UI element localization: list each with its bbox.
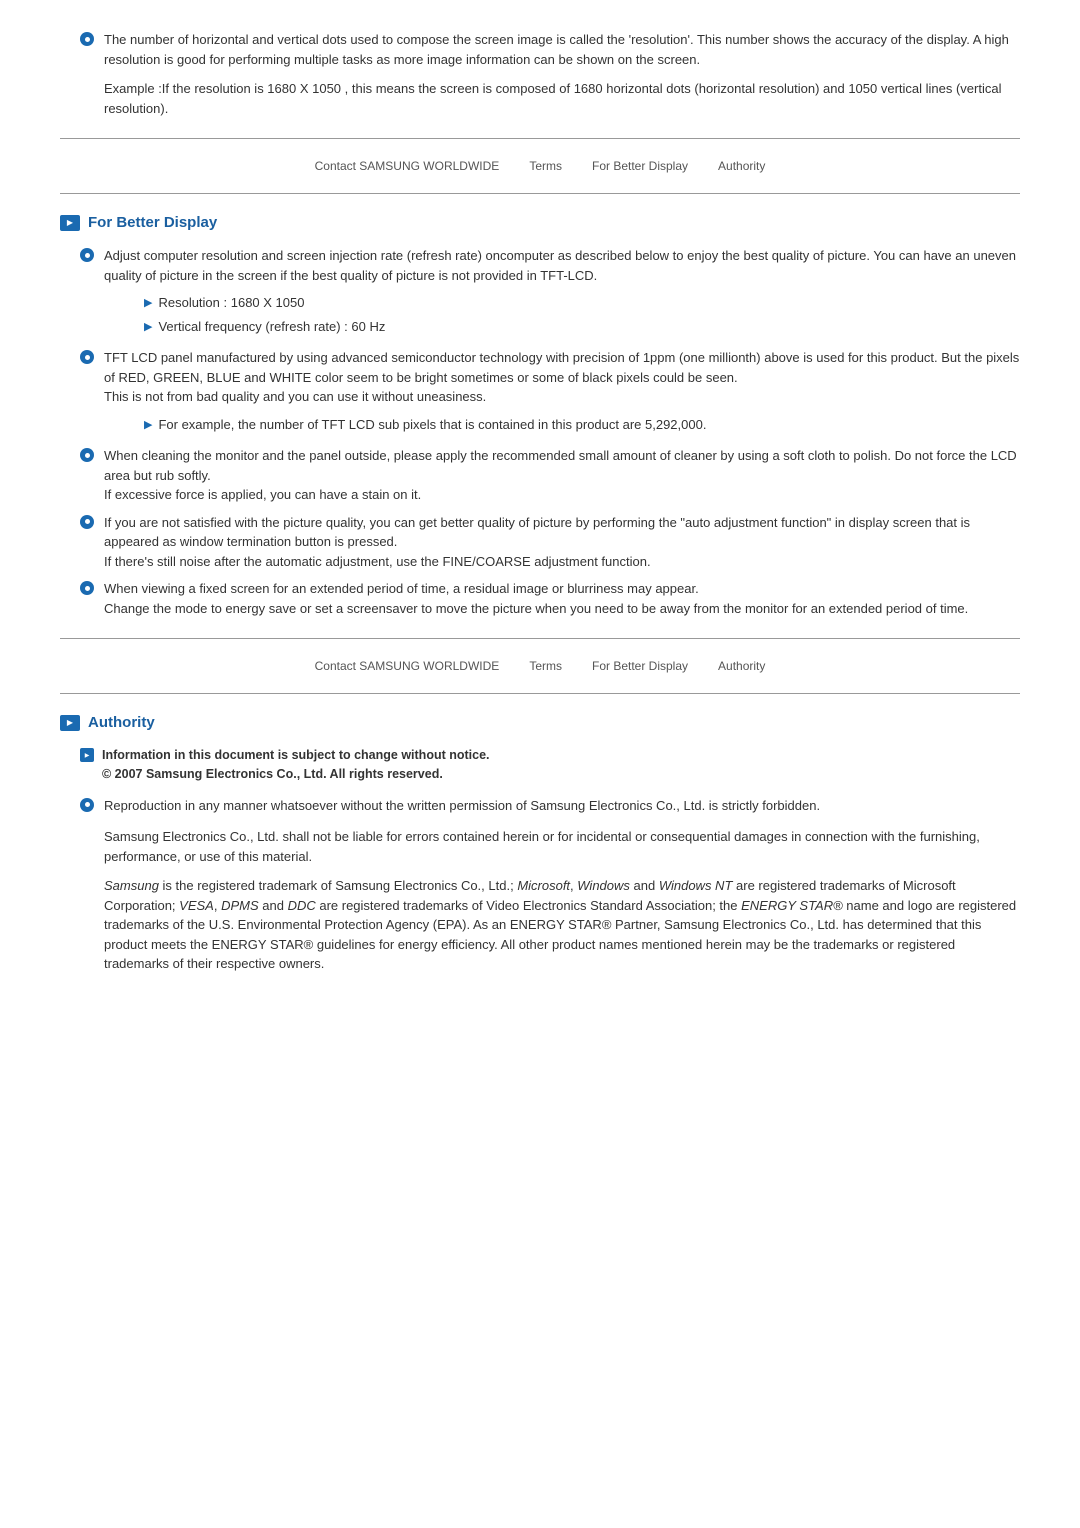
fbd-sub-text-1b: Vertical frequency (refresh rate) : 60 H… <box>158 317 1020 337</box>
authority-para-1-block: Samsung Electronics Co., Ltd. shall not … <box>104 827 1020 866</box>
arrow-icon-1a: ▶ <box>144 295 152 312</box>
for-better-display-section: For Better Display Adjust computer resol… <box>60 214 1020 618</box>
nav-contact-2[interactable]: Contact SAMSUNG WORLDWIDE <box>315 659 500 673</box>
arrow-icon-2a: ▶ <box>144 417 152 434</box>
fbd-sub-1a: ▶ Resolution : 1680 X 1050 <box>144 293 1020 313</box>
fbd-sub-text-1a: Resolution : 1680 X 1050 <box>158 293 1020 313</box>
authority-section: Authority Information in this document i… <box>60 714 1020 974</box>
authority-para-2-samsung: Samsung <box>104 878 159 893</box>
fbd-bullet-4: If you are not satisfied with the pictur… <box>80 513 1020 572</box>
fbd-sub-2a: ▶ For example, the number of TFT LCD sub… <box>144 415 1020 435</box>
section-icon-for-better-display <box>60 215 80 231</box>
fbd-sub-1b: ▶ Vertical frequency (refresh rate) : 60… <box>144 317 1020 337</box>
authority-para-2: Samsung is the registered trademark of S… <box>104 876 1020 974</box>
fbd-text-1: Adjust computer resolution and screen in… <box>104 246 1020 340</box>
for-better-display-title: For Better Display <box>88 214 217 231</box>
authority-para-2-dpms: DPMS <box>221 898 259 913</box>
nav-contact[interactable]: Contact SAMSUNG WORLDWIDE <box>315 159 500 173</box>
authority-text-1: Reproduction in any manner whatsoever wi… <box>104 796 1020 816</box>
authority-para-2-ddc: DDC <box>288 898 316 913</box>
authority-notice-icon <box>80 748 94 762</box>
nav-divider-2 <box>60 638 1020 639</box>
nav-for-better-display-2[interactable]: For Better Display <box>592 659 688 673</box>
authority-para-2-windows: Windows <box>577 878 630 893</box>
fbd-text-5: When viewing a fixed screen for an exten… <box>104 579 1020 618</box>
example-text: Example :If the resolution is 1680 X 105… <box>104 79 1020 118</box>
for-better-display-header: For Better Display <box>60 214 1020 231</box>
section-icon-authority <box>60 715 80 731</box>
authority-title: Authority <box>88 714 155 731</box>
fbd-bullet-dot-1 <box>80 248 94 262</box>
arrow-icon-1b: ▶ <box>144 319 152 336</box>
nav-divider-1b <box>60 193 1020 194</box>
nav-authority-2[interactable]: Authority <box>718 659 765 673</box>
nav-bar-2: Contact SAMSUNG WORLDWIDE Terms For Bett… <box>60 659 1020 673</box>
authority-notice-text: Information in this document is subject … <box>102 746 490 784</box>
intro-text-1: The number of horizontal and vertical do… <box>104 30 1020 69</box>
fbd-bullet-5: When viewing a fixed screen for an exten… <box>80 579 1020 618</box>
intro-section: The number of horizontal and vertical do… <box>60 30 1020 118</box>
nav-bar-1: Contact SAMSUNG WORLDWIDE Terms For Bett… <box>60 159 1020 173</box>
bullet-dot-icon <box>80 32 94 46</box>
nav-divider-2b <box>60 693 1020 694</box>
fbd-sub-text-2a: For example, the number of TFT LCD sub p… <box>158 415 1020 435</box>
authority-para-2-vesa: VESA <box>179 898 214 913</box>
intro-bullet-1: The number of horizontal and vertical do… <box>80 30 1020 69</box>
authority-para-2-microsoft: Microsoft <box>517 878 570 893</box>
fbd-bullet-dot-5 <box>80 581 94 595</box>
fbd-bullet-1: Adjust computer resolution and screen in… <box>80 246 1020 340</box>
nav-authority-1[interactable]: Authority <box>718 159 765 173</box>
authority-para-2-windowsnt: Windows NT <box>659 878 733 893</box>
example-block: Example :If the resolution is 1680 X 105… <box>104 79 1020 118</box>
fbd-text-4: If you are not satisfied with the pictur… <box>104 513 1020 572</box>
fbd-text-3: When cleaning the monitor and the panel … <box>104 446 1020 505</box>
nav-terms-2[interactable]: Terms <box>529 659 562 673</box>
authority-header: Authority <box>60 714 1020 731</box>
authority-para-2-energy: ENERGY STAR® <box>741 898 843 913</box>
fbd-bullet-dot-4 <box>80 515 94 529</box>
fbd-bullet-dot-2 <box>80 350 94 364</box>
nav-for-better-display-1[interactable]: For Better Display <box>592 159 688 173</box>
fbd-bullet-2: TFT LCD panel manufactured by using adva… <box>80 348 1020 438</box>
authority-bullet-1: Reproduction in any manner whatsoever wi… <box>80 796 1020 816</box>
authority-para-1: Samsung Electronics Co., Ltd. shall not … <box>104 827 1020 866</box>
fbd-text-2: TFT LCD panel manufactured by using adva… <box>104 348 1020 438</box>
fbd-bullet-dot-3 <box>80 448 94 462</box>
nav-divider-1 <box>60 138 1020 139</box>
authority-bullet-dot-1 <box>80 798 94 812</box>
authority-notice: Information in this document is subject … <box>80 746 1020 784</box>
fbd-bullet-3: When cleaning the monitor and the panel … <box>80 446 1020 505</box>
authority-para-2-block: Samsung is the registered trademark of S… <box>104 876 1020 974</box>
nav-terms-1[interactable]: Terms <box>529 159 562 173</box>
